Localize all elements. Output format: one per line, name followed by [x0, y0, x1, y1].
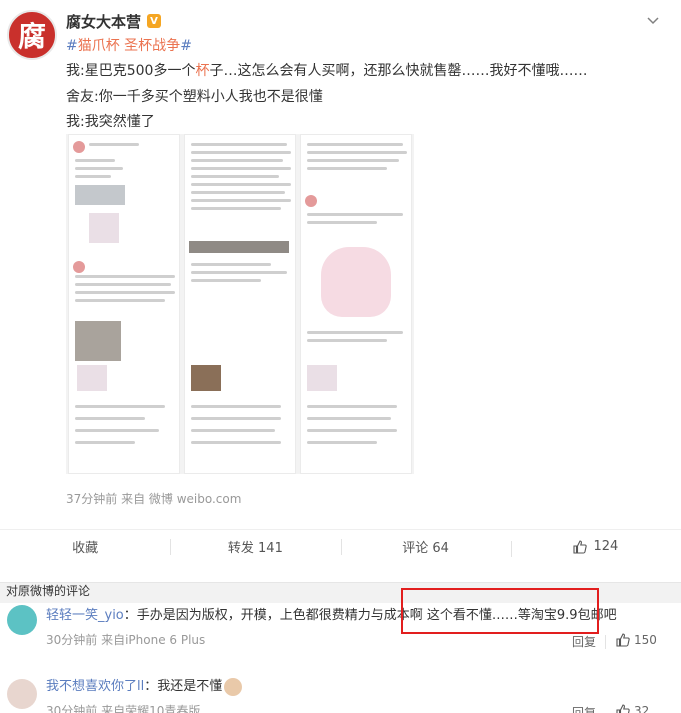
topic-text: 猫爪杯 圣杯战争	[77, 38, 181, 54]
commenter-name[interactable]: 我不想喜欢你了ll	[46, 679, 144, 694]
comment-time: 30分钟前 来自荣耀10青春版	[46, 704, 201, 713]
repost-label: 转发 141	[227, 541, 283, 556]
comment-item: 我不想喜欢你了ll：我还是不懂 30分钟前 来自荣耀10青春版 回复 32	[0, 670, 681, 713]
repost-button[interactable]: 转发 141	[170, 537, 340, 556]
avatar-char: 腐	[17, 20, 46, 53]
post-line-3: 我:我突然懂了	[66, 114, 155, 130]
commenter-avatar[interactable]	[7, 605, 37, 635]
author-avatar[interactable]: 腐	[7, 10, 57, 60]
topic-hash-left: #	[66, 38, 78, 54]
topic-hash-right: #	[180, 38, 192, 54]
post-line-1: 我:星巴克500多一个杯子…这怎么会有人买啊，还那么快就售罄……我好不懂哦……	[66, 60, 587, 82]
weibo-post: 腐 腐女大本营 V #猫爪杯 圣杯战争# 我:星巴克500多一个杯子…这怎么会有…	[0, 0, 681, 583]
like-button[interactable]: 124	[510, 539, 681, 557]
thumbs-up-icon	[616, 633, 630, 647]
collage-column-3	[300, 134, 412, 474]
post-meta: 37分钟前 来自 微博 weibo.com	[66, 492, 242, 506]
comment-body: 我不想喜欢你了ll：我还是不懂	[46, 677, 243, 697]
commenter-name[interactable]: 轻轻一笑_yio	[46, 608, 124, 623]
author-row: 腐女大本营 V	[66, 10, 162, 32]
comment-button[interactable]: 评论 64	[340, 537, 511, 556]
post-line-2: 舍友:你一千多买个塑料小人我也不是很懂	[66, 89, 323, 105]
action-bar: 收藏 转发 141 评论 64 124	[0, 529, 681, 563]
like-count: 124	[593, 539, 619, 554]
reply-button[interactable]: 回复	[572, 633, 596, 650]
collage-column-1	[68, 134, 180, 474]
comment-like-button[interactable]: 150	[616, 633, 657, 647]
comment-like-button[interactable]: 32	[616, 704, 649, 713]
comment-label: 评论 64	[402, 541, 449, 556]
post-line-1-a: 我:星巴克500多一个	[66, 63, 196, 79]
thumbs-up-icon	[616, 704, 630, 713]
chevron-down-icon[interactable]	[647, 14, 659, 26]
author-name[interactable]: 腐女大本营	[66, 11, 141, 32]
post-line-1-highlight: 杯	[195, 63, 210, 79]
screenshot-collage-image[interactable]	[66, 134, 414, 474]
comment-text: ：我还是不懂	[144, 679, 223, 694]
divider	[605, 635, 606, 649]
collect-button[interactable]: 收藏	[0, 537, 170, 556]
reply-button[interactable]: 回复	[572, 704, 596, 713]
annotation-highlight-box	[401, 588, 599, 634]
thumbs-up-icon	[573, 539, 588, 554]
commenter-avatar[interactable]	[7, 679, 37, 709]
comment-like-count: 32	[634, 704, 650, 713]
emoji-icon	[224, 677, 243, 696]
topic-tag[interactable]: #猫爪杯 圣杯战争#	[66, 35, 192, 55]
post-line-1-b: 子…这怎么会有人买啊，还那么快就售罄……我好不懂哦……	[209, 63, 588, 79]
collect-label: 收藏	[72, 541, 99, 556]
comment-time: 30分钟前 来自iPhone 6 Plus	[46, 633, 206, 647]
collage-column-2	[184, 134, 296, 474]
verified-badge-icon: V	[147, 14, 162, 28]
comment-like-count: 150	[634, 633, 657, 647]
